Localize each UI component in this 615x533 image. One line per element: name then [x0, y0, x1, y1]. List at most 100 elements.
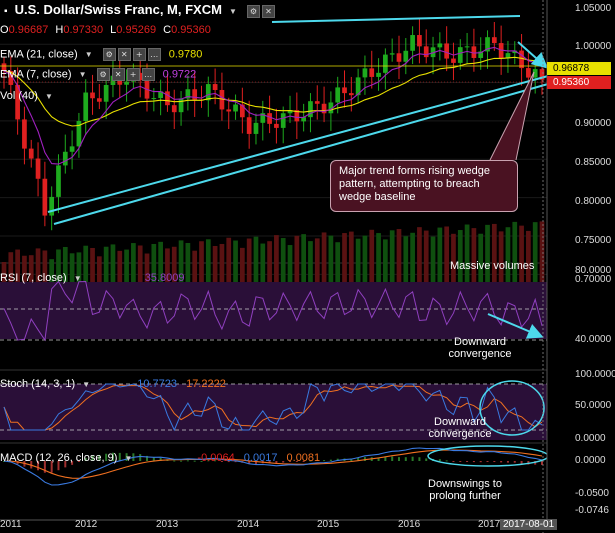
macd-hist-bar: [506, 461, 509, 463]
macd-hist-bar: [411, 456, 414, 461]
gear-icon[interactable]: ⚙: [246, 4, 260, 18]
macd-hist-bar: [425, 458, 428, 461]
chevron-down-icon[interactable]: ▼: [79, 70, 87, 79]
candle-body: [274, 123, 279, 128]
candle-body: [423, 46, 429, 58]
gear-icon[interactable]: ⚙: [102, 48, 116, 61]
time-tick: 2014: [237, 519, 260, 530]
candle-body: [464, 46, 470, 48]
macd-hist-bar: [500, 461, 503, 463]
more-icon[interactable]: …: [141, 68, 155, 81]
candle-body: [62, 151, 68, 166]
ohlc-close: 0.95360: [171, 24, 211, 36]
candle-body: [267, 113, 272, 124]
add-icon[interactable]: +: [126, 68, 140, 81]
volume-bar: [430, 236, 436, 282]
candle-body: [410, 35, 415, 51]
chevron-down-icon[interactable]: ▼: [124, 454, 132, 463]
volume-bar: [471, 228, 477, 282]
candle-body: [491, 37, 497, 44]
macd-legend[interactable]: MACD (12, 26, close, 9) ▼ -0.0064 0.0017…: [0, 452, 320, 464]
volume-bar: [301, 234, 306, 282]
rsi-tick: 40.0000: [575, 334, 612, 345]
volume-bar: [396, 229, 402, 282]
candle-body: [519, 50, 524, 69]
candle-body: [451, 58, 456, 63]
candle-body: [226, 109, 232, 112]
macd-hist-bar: [438, 459, 441, 461]
candle-body: [165, 91, 170, 106]
stoch-label: Stoch (14, 3, 1): [0, 378, 76, 390]
volume-bar: [205, 239, 211, 282]
time-tick: 2012: [75, 519, 98, 530]
volume-bar: [417, 227, 422, 282]
candle-body: [103, 84, 109, 102]
macd-hist-bar: [329, 459, 332, 461]
price-tick: 1.00000: [575, 41, 612, 52]
candle-body: [417, 35, 422, 47]
ohlc-readout: O0.96687 H0.97330 L0.95269 C0.95360: [0, 24, 215, 36]
volume-bar: [491, 223, 497, 282]
close-icon[interactable]: ✕: [117, 48, 131, 61]
volume-bar: [451, 233, 456, 282]
volume-bar: [314, 238, 320, 282]
ema7-legend[interactable]: EMA (7, close) ▼ ⚙ ✕ +… 0.9722: [0, 68, 196, 81]
chevron-down-icon[interactable]: ▼: [85, 50, 93, 59]
macd-hist-bar: [513, 461, 516, 463]
volume-legend[interactable]: Vol (40) ▼: [0, 90, 57, 102]
macd-hist-bar: [323, 460, 326, 462]
candle-body: [90, 92, 95, 99]
candle-body: [212, 84, 218, 90]
volume-bar: [519, 225, 524, 282]
candle-body: [280, 113, 286, 128]
gear-icon[interactable]: ⚙: [96, 68, 110, 81]
ohlc-high: 0.97330: [63, 24, 104, 36]
price-tick: 0.80000: [575, 196, 612, 207]
chevron-down-icon[interactable]: ▼: [82, 380, 90, 389]
candle-body: [526, 68, 531, 78]
chevron-down-icon[interactable]: ▼: [74, 274, 82, 283]
macd-hist-bar: [486, 461, 489, 462]
wedge-callout: Major trend forms rising wedge pattern, …: [330, 160, 518, 212]
chevron-down-icon[interactable]: ▼: [45, 92, 53, 101]
more-icon[interactable]: …: [147, 48, 161, 61]
volume-bar: [267, 241, 272, 282]
macd-hist-bar: [466, 461, 469, 462]
volume-bar: [260, 243, 266, 282]
time-tick: 2011: [0, 519, 22, 530]
volume-bar: [376, 233, 381, 282]
candle-body: [376, 72, 381, 77]
volume-bar: [383, 239, 388, 282]
macd-tick: -0.0500: [575, 488, 609, 499]
volume-bar: [185, 242, 191, 282]
add-icon[interactable]: +: [132, 48, 146, 61]
rsi-annotation: Downward convergence: [448, 336, 512, 360]
stoch-legend[interactable]: Stoch (14, 3, 1) ▼ 10.7723 17.2222: [0, 378, 226, 390]
volume-bar: [464, 224, 470, 282]
ema7-value: 0.9722: [162, 68, 197, 81]
ohlc-open-key: O: [0, 24, 9, 36]
time-tick: 2013: [156, 519, 179, 530]
candle-body: [396, 53, 402, 62]
macd-hist-bar: [520, 461, 523, 464]
candle-body: [151, 98, 157, 100]
close-icon[interactable]: ✕: [261, 4, 275, 18]
volume-bar: [485, 224, 490, 282]
time-tick: 2015: [317, 519, 340, 530]
rsi-legend[interactable]: RSI (7, close) ▼ 35.8009: [0, 272, 184, 284]
macd-hist-bar: [472, 461, 475, 463]
volume-label: Vol (40): [0, 90, 38, 102]
rsi-tick: 80.0000: [575, 265, 612, 276]
close-icon[interactable]: ✕: [111, 68, 125, 81]
ema21-legend[interactable]: EMA (21, close) ▼ ⚙ ✕ +… 0.9780: [0, 48, 202, 61]
volume-bar: [512, 221, 518, 282]
ema21-value: 0.9780: [168, 48, 203, 61]
rsi-band: [0, 282, 547, 339]
ohlc-open: 0.96687: [8, 24, 49, 36]
chevron-down-icon[interactable]: ▼: [229, 7, 237, 16]
chart-title: U.S. Dollar/Swiss Franc, M, FXCM: [14, 2, 222, 17]
volume-bar: [348, 231, 354, 282]
ema-price-tag: 0.96878: [547, 62, 611, 75]
volume-bar: [219, 243, 225, 282]
candle-body: [403, 50, 409, 62]
